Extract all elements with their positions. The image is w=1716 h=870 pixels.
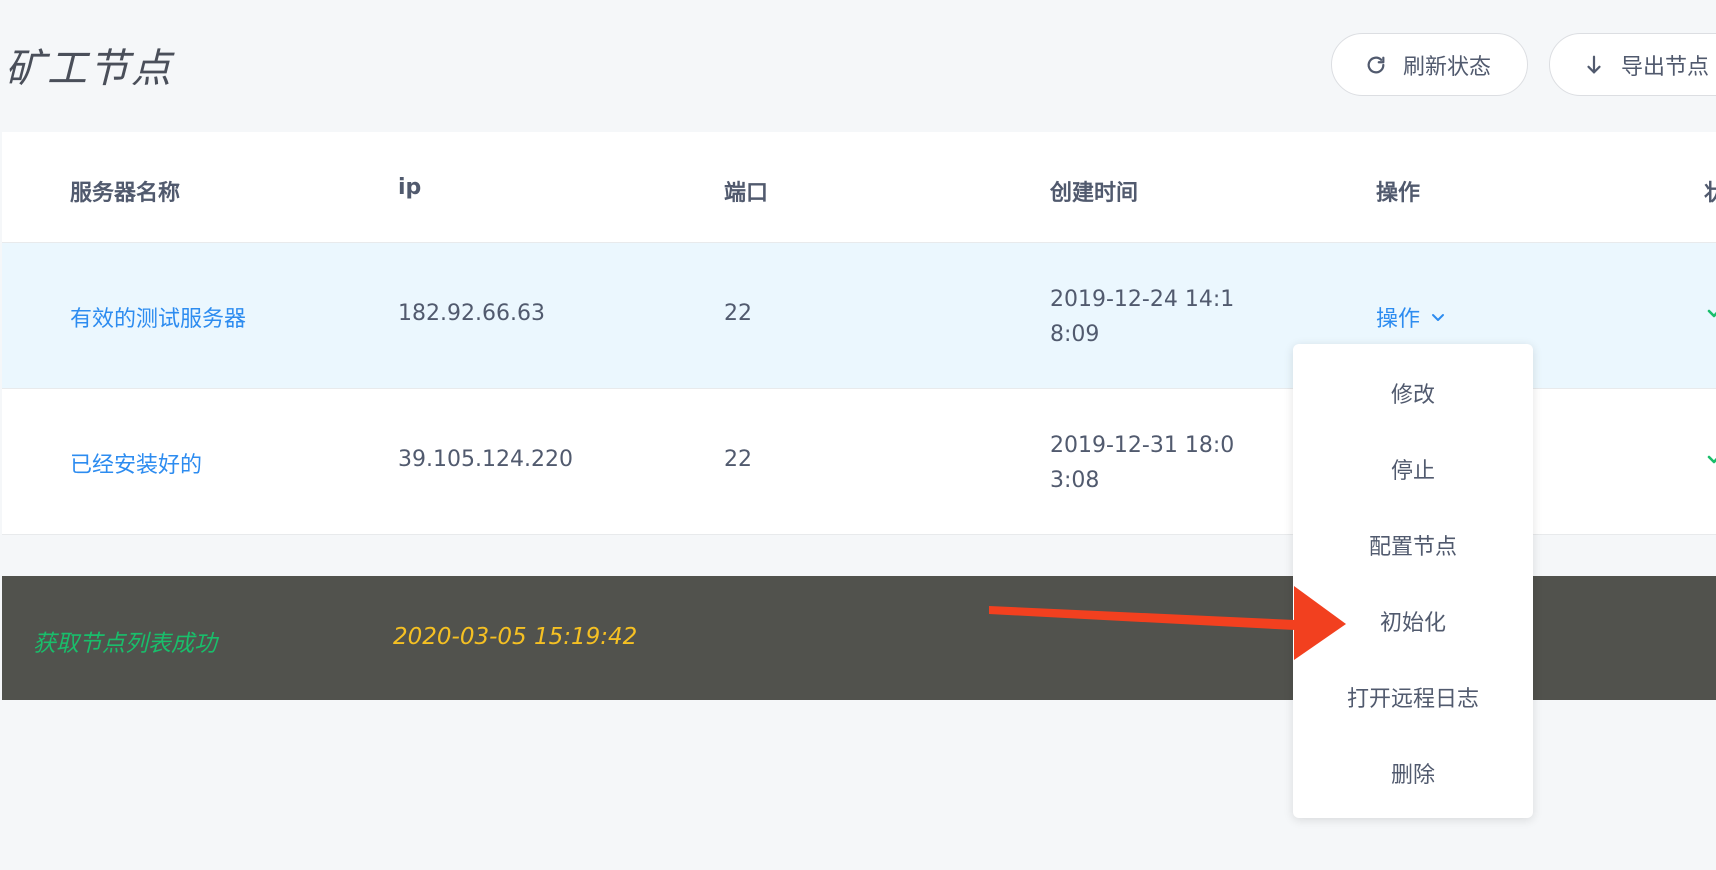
chevron-down-icon — [1430, 309, 1446, 325]
menu-item-open-remote-log[interactable]: 打开远程日志 — [1293, 659, 1533, 735]
created-time-cell: 2019-12-24 14:18:09 — [1050, 287, 1235, 347]
column-header-created-time: 创建时间 — [1050, 181, 1139, 206]
export-nodes-button[interactable]: 导出节点 — [1549, 33, 1716, 96]
menu-item-delete[interactable]: 删除 — [1293, 735, 1533, 811]
created-time-cell: 2019-12-31 18:03:08 — [1050, 433, 1235, 493]
check-icon — [1706, 301, 1716, 321]
check-icon — [1706, 447, 1716, 467]
column-header-ip: ip — [398, 175, 422, 200]
column-header-server-name: 服务器名称 — [70, 181, 181, 206]
refresh-icon — [1365, 54, 1387, 76]
actions-dropdown-menu: 修改 停止 配置节点 初始化 打开远程日志 删除 — [1293, 344, 1533, 818]
export-nodes-label: 导出节点 — [1621, 54, 1710, 80]
menu-item-initialize[interactable]: 初始化 — [1293, 583, 1533, 659]
ip-cell: 182.92.66.63 — [398, 301, 545, 326]
column-header-actions: 操作 — [1376, 181, 1421, 206]
page-title: 矿工节点 — [5, 46, 173, 92]
log-timestamp: 2020-03-05 15:19:42 — [393, 624, 638, 650]
actions-dropdown-trigger[interactable]: 操作 — [1376, 301, 1446, 333]
ip-cell: 39.105.124.220 — [398, 447, 573, 472]
server-name-link[interactable]: 已经安装好的 — [70, 447, 202, 479]
actions-dropdown-label: 操作 — [1376, 307, 1421, 332]
log-message: 获取节点列表成功 — [33, 631, 217, 657]
menu-item-stop[interactable]: 停止 — [1293, 431, 1533, 507]
table-header: 服务器名称 ip 端口 创建时间 操作 状 — [2, 132, 1716, 243]
port-cell: 22 — [724, 447, 752, 472]
menu-item-configure-node[interactable]: 配置节点 — [1293, 507, 1533, 583]
port-cell: 22 — [724, 301, 752, 326]
menu-item-edit[interactable]: 修改 — [1293, 355, 1533, 431]
refresh-status-button[interactable]: 刷新状态 — [1331, 33, 1528, 96]
refresh-status-label: 刷新状态 — [1403, 54, 1492, 80]
server-name-link[interactable]: 有效的测试服务器 — [70, 301, 246, 333]
arrow-down-icon — [1583, 54, 1605, 76]
column-header-port: 端口 — [724, 181, 769, 206]
page: 矿工节点 刷新状态 导出节点 服务器名称 ip 端口 创建时间 操作 状 有效的… — [0, 0, 1716, 870]
column-header-status: 状 — [1704, 181, 1716, 206]
